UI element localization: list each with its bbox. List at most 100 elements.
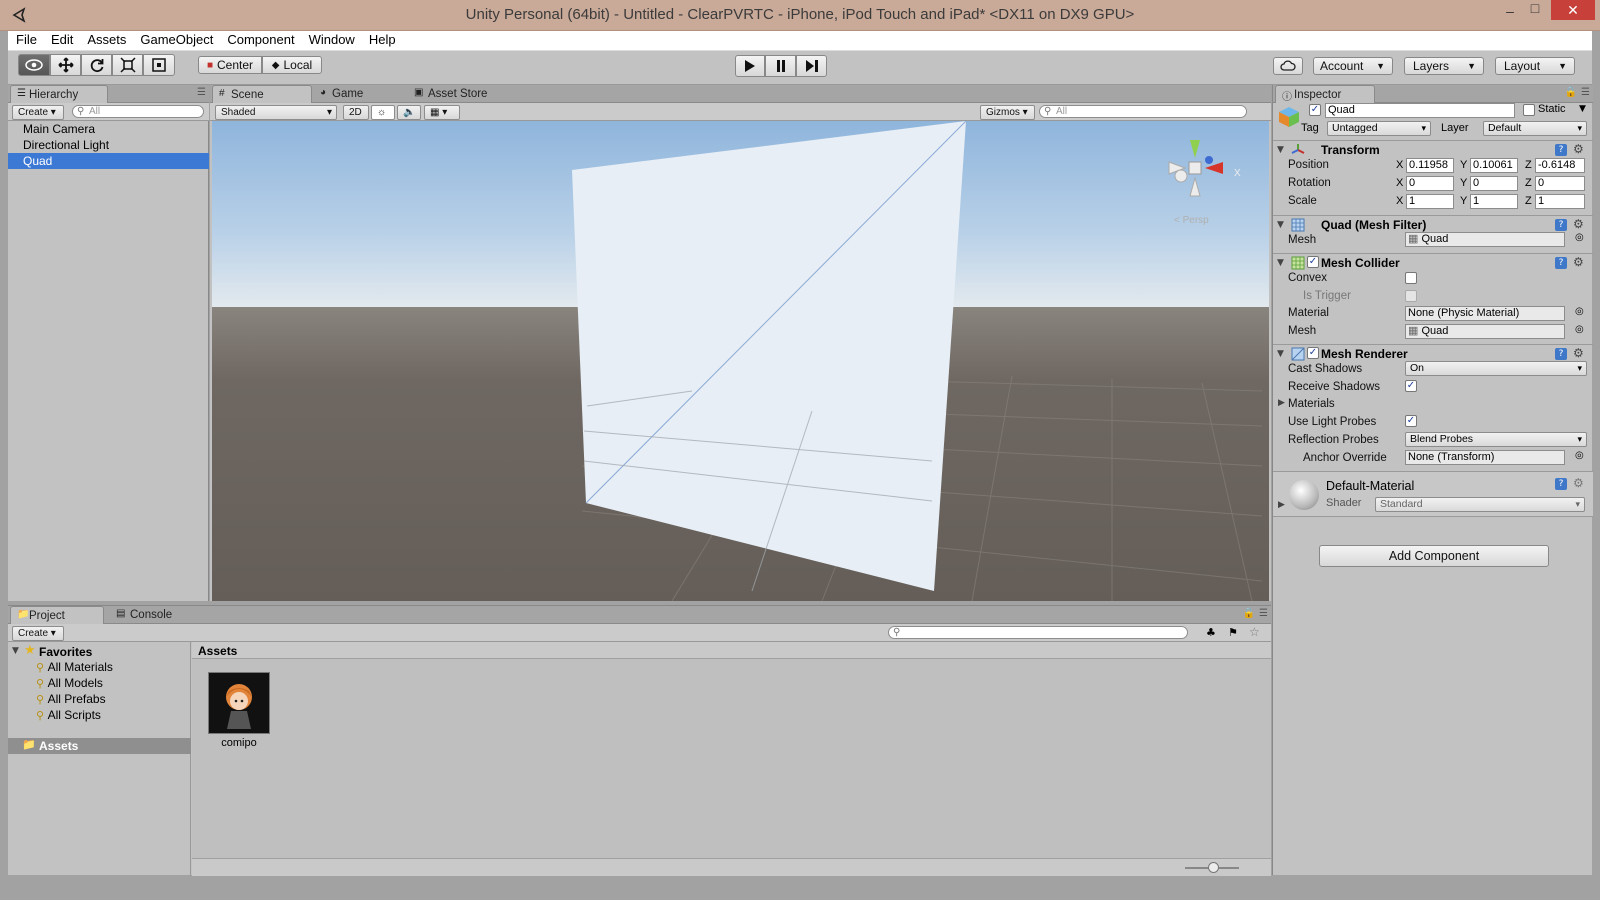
static-dropdown-arrow[interactable]: ▼ — [1579, 104, 1586, 114]
favorite-item-all-materials[interactable]: ⚲ All Materials — [36, 660, 113, 674]
hierarchy-item-main-camera[interactable]: Main Camera — [8, 121, 209, 137]
menu-assets[interactable]: Assets — [87, 31, 126, 50]
tab-inspector[interactable]: ⓘ Inspector — [1275, 85, 1375, 103]
minimize-button[interactable]: – — [1500, 3, 1520, 23]
add-component-button[interactable]: Add Component — [1319, 545, 1549, 567]
hierarchy-search-input[interactable]: ⚲ All — [72, 105, 204, 118]
menu-window[interactable]: Window — [309, 31, 355, 50]
collider-material-field[interactable]: None (Physic Material) — [1405, 306, 1565, 321]
gear-icon[interactable]: ⚙ — [1573, 142, 1584, 156]
menu-component[interactable]: Component — [227, 31, 294, 50]
tab-game[interactable]: ◕ Game — [314, 85, 406, 103]
reflection-probes-dropdown[interactable]: Blend Probes — [1405, 432, 1587, 447]
rotate-tool-button[interactable] — [81, 54, 112, 76]
hierarchy-item-quad[interactable]: Quad — [8, 153, 209, 169]
play-button[interactable] — [735, 55, 765, 77]
panel-menu-icon[interactable]: ☰ — [1581, 87, 1590, 98]
collider-mesh-field[interactable]: ▦ Quad — [1405, 324, 1565, 339]
breadcrumb-assets[interactable]: Assets — [198, 644, 237, 658]
asset-thumbnail-comipo[interactable] — [208, 672, 270, 734]
move-tool-button[interactable] — [50, 54, 81, 76]
help-book-icon[interactable]: ? — [1555, 144, 1567, 156]
panel-menu-icon[interactable]: ☰ — [1259, 608, 1268, 619]
materials-foldout-icon[interactable]: ▶ — [1278, 398, 1285, 408]
rotation-x-field[interactable]: 0 — [1406, 176, 1454, 191]
gear-icon[interactable]: ⚙ — [1573, 217, 1584, 231]
cast-shadows-dropdown[interactable]: On — [1405, 361, 1587, 376]
tab-scene[interactable]: # Scene — [212, 85, 312, 103]
scale-x-field[interactable]: 1 — [1406, 194, 1454, 209]
object-picker-icon[interactable]: ◎ — [1575, 306, 1584, 317]
lock-icon[interactable]: 🔒 — [1243, 608, 1255, 619]
hand-tool-button[interactable] — [18, 54, 50, 76]
material-foldout-icon[interactable]: ▶ — [1278, 500, 1285, 510]
cloud-button[interactable] — [1273, 57, 1303, 75]
lock-icon[interactable]: 🔒 — [1565, 87, 1577, 98]
tab-hierarchy[interactable]: ☰ Hierarchy — [10, 85, 108, 103]
2d-toggle-button[interactable]: 2D — [343, 105, 369, 120]
favorites-label[interactable]: Favorites — [39, 645, 92, 659]
rotation-y-field[interactable]: 0 — [1470, 176, 1518, 191]
tab-project[interactable]: 📁 Project — [10, 606, 104, 624]
hierarchy-create-button[interactable]: Create ▾ — [12, 105, 64, 120]
favorite-item-all-models[interactable]: ⚲ All Models — [36, 676, 103, 690]
position-y-field[interactable]: 0.10061 — [1470, 158, 1518, 173]
project-search-input[interactable]: ⚲ — [888, 626, 1188, 639]
object-name-field[interactable]: Quad — [1325, 103, 1515, 118]
mesh-filter-mesh-field[interactable]: ▦ Quad — [1405, 232, 1565, 247]
favorite-item-all-prefabs[interactable]: ⚲ All Prefabs — [36, 692, 106, 706]
gear-icon[interactable]: ⚙ — [1573, 346, 1584, 360]
gear-icon[interactable]: ⚙ — [1573, 255, 1584, 269]
filter-by-label-icon[interactable]: ⚑ — [1228, 626, 1238, 639]
static-checkbox[interactable] — [1523, 104, 1535, 116]
account-dropdown[interactable]: Account ▼ — [1313, 57, 1393, 75]
layers-dropdown[interactable]: Layers ▼ — [1404, 57, 1484, 75]
gear-icon[interactable]: ⚙ — [1573, 476, 1584, 490]
scene-audio-button[interactable]: 🔈 — [397, 105, 421, 120]
receive-shadows-checkbox[interactable]: ✓ — [1405, 380, 1417, 392]
object-picker-icon[interactable]: ◎ — [1575, 232, 1584, 243]
panel-menu-icon[interactable]: ☰ — [197, 87, 206, 98]
tab-asset-store[interactable]: ▣ Asset Store — [410, 85, 515, 103]
rotation-z-field[interactable]: 0 — [1535, 176, 1585, 191]
menu-gameobject[interactable]: GameObject — [140, 31, 213, 50]
scene-effects-dropdown[interactable]: ▦ ▾ — [424, 105, 460, 120]
filter-by-type-icon[interactable]: ♣ — [1206, 626, 1216, 639]
close-button[interactable]: ✕ — [1551, 0, 1595, 20]
object-picker-icon[interactable]: ◎ — [1575, 450, 1584, 461]
transform-header[interactable]: ▼ Transform ? ⚙ — [1273, 140, 1593, 159]
menu-edit[interactable]: Edit — [51, 31, 73, 50]
mesh-renderer-enabled-checkbox[interactable]: ✓ — [1307, 347, 1319, 359]
step-button[interactable] — [796, 55, 827, 77]
shading-dropdown[interactable]: Shaded ▾ — [215, 105, 337, 120]
object-active-checkbox[interactable]: ✓ — [1309, 104, 1321, 116]
project-folder-assets[interactable]: 📁 Assets — [8, 738, 191, 754]
project-create-button[interactable]: Create ▾ — [12, 626, 64, 641]
layer-dropdown[interactable]: Default — [1483, 121, 1587, 136]
menu-file[interactable]: File — [16, 31, 37, 50]
tag-dropdown[interactable]: Untagged — [1327, 121, 1431, 136]
position-x-field[interactable]: 0.11958 — [1406, 158, 1454, 173]
use-light-probes-checkbox[interactable]: ✓ — [1405, 415, 1417, 427]
gizmos-dropdown[interactable]: Gizmos ▾ — [980, 105, 1035, 120]
help-book-icon[interactable]: ? — [1555, 257, 1567, 269]
foldout-arrow-icon[interactable]: ▼ — [12, 646, 19, 656]
materials-label[interactable]: Materials — [1288, 398, 1335, 410]
menu-help[interactable]: Help — [369, 31, 396, 50]
scene-viewport[interactable]: < Persp X — [212, 121, 1269, 601]
scale-y-field[interactable]: 1 — [1470, 194, 1518, 209]
pivot-center-button[interactable]: ■ Center — [198, 56, 262, 74]
star-icon[interactable]: ☆ — [1249, 625, 1260, 639]
scene-search-input[interactable]: ⚲ All — [1039, 105, 1247, 118]
help-book-icon[interactable]: ? — [1555, 348, 1567, 360]
scene-lighting-button[interactable]: ☼ — [371, 105, 395, 120]
anchor-override-field[interactable]: None (Transform) — [1405, 450, 1565, 465]
maximize-button[interactable]: □ — [1525, 0, 1545, 20]
layout-dropdown[interactable]: Layout ▼ — [1495, 57, 1575, 75]
mesh-collider-enabled-checkbox[interactable]: ✓ — [1307, 256, 1319, 268]
scale-z-field[interactable]: 1 — [1535, 194, 1585, 209]
thumbnail-size-slider-handle[interactable] — [1208, 862, 1219, 873]
convex-checkbox[interactable] — [1405, 272, 1417, 284]
favorite-item-all-scripts[interactable]: ⚲ All Scripts — [36, 708, 101, 722]
tab-console[interactable]: ▤ Console — [112, 606, 202, 624]
